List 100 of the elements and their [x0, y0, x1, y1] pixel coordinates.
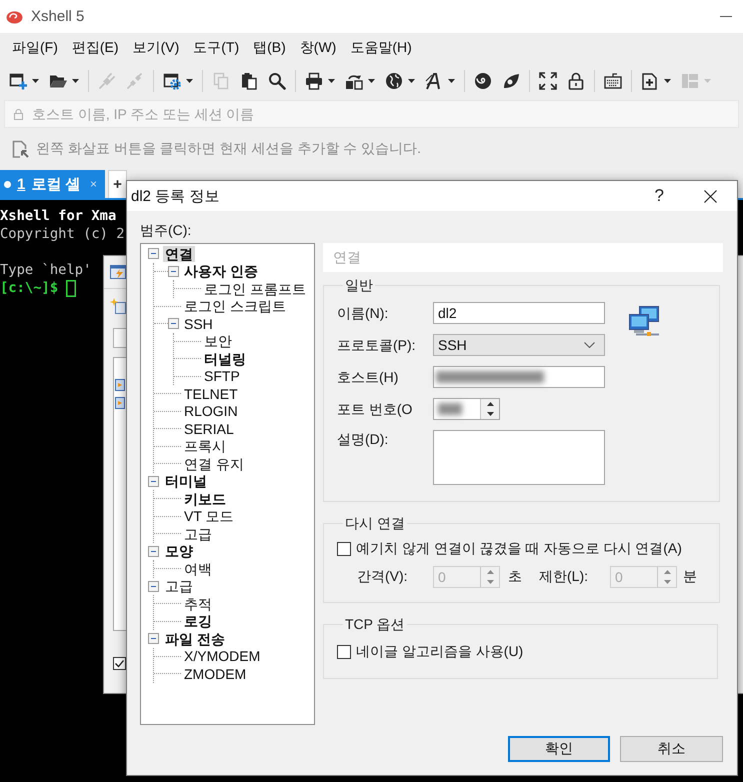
caret-icon: [448, 78, 455, 82]
tree-item[interactable]: SFTP: [202, 368, 242, 384]
tree-item[interactable]: 터널링: [202, 350, 248, 367]
unit-label: 초: [508, 568, 523, 586]
session-list[interactable]: [113, 357, 126, 631]
font-icon: [425, 72, 443, 90]
group-title: 일반: [344, 277, 374, 293]
tab[interactable]: 1 로컬 셸 ×: [0, 170, 105, 198]
tree-item[interactable]: 고급: [182, 526, 214, 542]
close-icon: [704, 190, 717, 202]
chevron-down-icon: [584, 342, 595, 348]
menu-item[interactable]: 창(W): [292, 37, 344, 59]
tree-item[interactable]: 고급: [163, 578, 195, 594]
input-field[interactable]: [113, 328, 126, 348]
menu-item[interactable]: 도구(T): [186, 37, 246, 59]
copy-icon: [212, 72, 230, 90]
search-icon: [268, 72, 286, 90]
tree-item[interactable]: 로그인 프롬프트: [202, 280, 308, 297]
caret-icon: [368, 78, 375, 82]
tree-item[interactable]: 파일 전송: [163, 630, 227, 647]
lock-icon: [567, 72, 585, 90]
checkbox[interactable]: [337, 542, 351, 556]
caret-icon: [32, 78, 39, 82]
terminal-text: Xshell for Xma: [0, 207, 116, 225]
cancel-button[interactable]: 취소: [620, 736, 723, 762]
collapse-icon[interactable]: [148, 633, 159, 644]
computers-icon: [627, 305, 661, 337]
dropdown[interactable]: SSH: [433, 334, 605, 356]
collapse-icon[interactable]: [148, 580, 159, 592]
collapse-icon[interactable]: [168, 318, 179, 330]
tree-item[interactable]: X/YMODEM: [182, 648, 262, 664]
collapse-icon[interactable]: [148, 476, 159, 487]
tree-item[interactable]: 키보드: [182, 490, 228, 507]
menu-item[interactable]: 보기(V): [126, 37, 186, 59]
tree-item[interactable]: 보안: [202, 333, 234, 350]
address-field[interactable]: 호스트 이름, IP 주소 또는 세션 이름: [4, 100, 739, 128]
tree-item[interactable]: 연결: [163, 246, 195, 262]
help-button[interactable]: ?: [654, 186, 664, 206]
blurred-value: [438, 403, 462, 415]
tree-item[interactable]: 사용자 인증: [182, 263, 260, 280]
tree-item[interactable]: 여백: [182, 560, 214, 577]
document-icon: [115, 379, 125, 391]
checkbox[interactable]: [113, 657, 126, 670]
window-bolt-icon: [110, 264, 126, 280]
category-tree[interactable]: 연결 사용자 인증 로그인 프롬프트 로그인 스크립트 SSH 보안 터널링 SFTP TELNET RLOGIN SERIAL 프록시 연결 유지 터미널 키보드 VT 모드 고급 모양 여백 고급 추적 로깅 파일 전송 X/YMODEM ZMODEM: [140, 243, 315, 725]
swirl-icon: [474, 72, 492, 90]
caret-icon: [408, 78, 415, 82]
terminal-text: Copyright (c) 2: [0, 225, 125, 243]
globe-icon: [385, 72, 403, 90]
collapse-icon[interactable]: [148, 546, 159, 557]
tree-item[interactable]: SSH: [182, 316, 215, 332]
tree-item[interactable]: 로깅: [182, 613, 214, 630]
shell-logo-icon: [6, 10, 23, 24]
collapse-icon[interactable]: [148, 248, 159, 260]
plug-icon: [98, 72, 116, 90]
add-document-icon: [641, 72, 659, 90]
tree-item[interactable]: 프록시: [182, 438, 228, 454]
collapse-icon[interactable]: [168, 266, 179, 277]
menu-item[interactable]: 탭(B): [246, 37, 293, 59]
layout-icon: [681, 72, 699, 90]
tree-item[interactable]: 터미널: [163, 473, 209, 490]
window-gear-icon: [163, 72, 181, 90]
checkbox[interactable]: [337, 645, 351, 659]
up-triangle-icon: [664, 570, 670, 574]
tree-item[interactable]: 모양: [163, 543, 195, 560]
panel-title: 연결: [323, 243, 723, 272]
leaf-icon: [502, 72, 520, 90]
new-tab-button[interactable]: +: [108, 170, 127, 198]
ok-button[interactable]: 확인: [508, 736, 610, 762]
lock-icon: [14, 109, 23, 120]
number-field[interactable]: [433, 398, 500, 420]
menu-item[interactable]: 도움말(H): [343, 37, 419, 59]
printer-icon: [305, 72, 323, 90]
text-field[interactable]: [433, 366, 605, 388]
tree-item[interactable]: 추적: [182, 596, 214, 612]
tree-item[interactable]: ZMODEM: [182, 666, 248, 682]
tree-item[interactable]: 로그인 스크립트: [182, 298, 288, 314]
text-field[interactable]: dl2: [433, 302, 605, 324]
group-title: 다시 연결: [344, 515, 406, 531]
fullscreen-icon: [539, 72, 557, 90]
keyboard-icon: [604, 72, 622, 90]
checkbox-label[interactable]: 네이글 알고리즘을 사용(U): [356, 643, 524, 661]
menu-item[interactable]: 편집(E): [64, 37, 126, 59]
close-button[interactable]: [704, 190, 717, 202]
paste-icon: [240, 72, 258, 90]
tree-item[interactable]: RLOGIN: [182, 403, 240, 420]
tree-item[interactable]: TELNET: [182, 386, 240, 402]
tree-item[interactable]: 연결 유지: [182, 456, 246, 472]
up-triangle-icon: [486, 402, 494, 406]
unplugged-icon: [126, 72, 144, 90]
checkbox-label[interactable]: 예기치 않게 연결이 끊겼을 때 자동으로 다시 연결(A): [356, 540, 682, 558]
tree-item[interactable]: SERIAL: [182, 420, 236, 437]
arrow-document-icon: [12, 140, 29, 158]
field-label: 프로토콜(P):: [337, 337, 416, 353]
prompt-text: [c:\~]$: [0, 279, 58, 297]
menu-item[interactable]: 파일(F): [5, 37, 65, 59]
caret-icon: [72, 78, 79, 82]
caret-icon: [328, 78, 335, 82]
caret-icon: [664, 78, 671, 82]
tree-item[interactable]: VT 모드: [182, 508, 236, 524]
